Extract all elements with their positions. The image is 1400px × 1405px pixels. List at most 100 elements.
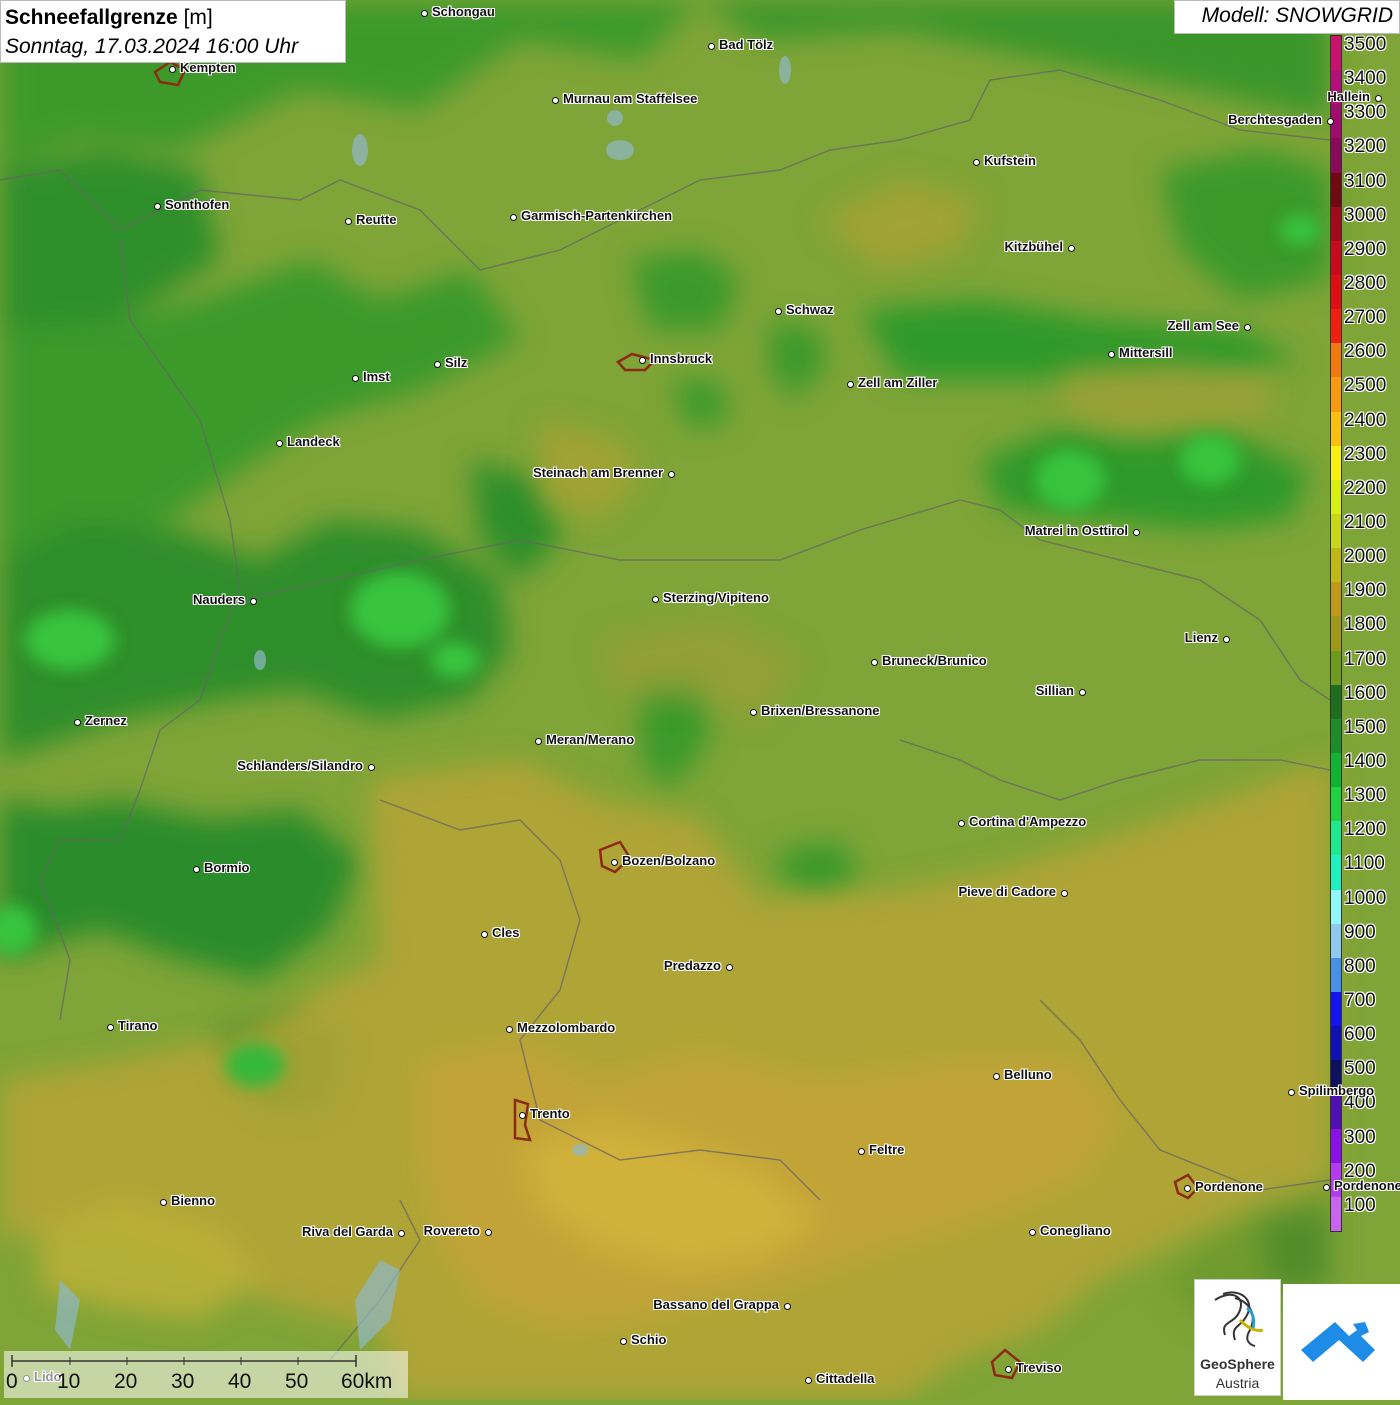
city-marker[interactable] (1322, 1183, 1330, 1191)
city-marker[interactable] (957, 819, 965, 827)
city-marker[interactable] (534, 737, 542, 745)
legend-color-swatch (1331, 240, 1341, 276)
city-label: Rovereto (423, 1223, 480, 1238)
scale-label: 20 (114, 1370, 138, 1393)
geosphere-name: GeoSphere (1200, 1356, 1275, 1372)
legend-color-swatch (1331, 957, 1341, 993)
city-label: Treviso (1016, 1360, 1062, 1375)
city-marker[interactable] (551, 96, 559, 104)
legend-label: 600 (1344, 1024, 1376, 1046)
city-label: Garmisch-Partenkirchen (521, 208, 673, 223)
city-marker[interactable] (1183, 1184, 1191, 1192)
city-marker[interactable] (192, 865, 200, 873)
legend-color-swatch (1331, 616, 1341, 652)
city-label: Riva del Garda (301, 1224, 393, 1239)
city-marker[interactable] (249, 597, 257, 605)
city-marker[interactable] (420, 9, 428, 17)
city-marker[interactable] (1374, 94, 1382, 102)
legend-color-swatch (1331, 1026, 1341, 1061)
city-marker[interactable] (153, 202, 161, 210)
legend-color-swatch (1331, 445, 1341, 481)
city-label: Steinach am Brenner (532, 465, 663, 480)
city-label: Brixen/Bressanone (761, 703, 880, 718)
city-marker[interactable] (275, 439, 283, 447)
city-marker[interactable] (518, 1111, 526, 1119)
city-marker[interactable] (972, 158, 980, 166)
legend-label: 3200 (1344, 136, 1387, 158)
city-marker[interactable] (106, 1023, 114, 1031)
geosphere-emblem-icon (1214, 1291, 1264, 1347)
legend-label: 2500 (1344, 375, 1387, 397)
city-label: Pieve di Cadore (958, 884, 1056, 899)
city-marker[interactable] (783, 1302, 791, 1310)
app-logo[interactable] (1283, 1284, 1400, 1400)
city-label: Bienno (171, 1193, 216, 1208)
city-marker[interactable] (610, 858, 618, 866)
city-label: Schlanders/Silandro (237, 758, 363, 773)
city-marker[interactable] (707, 42, 715, 50)
city-marker[interactable] (397, 1229, 405, 1237)
city-label: Meran/Merano (546, 732, 635, 747)
city-marker[interactable] (774, 307, 782, 315)
city-label: Kempten (180, 60, 236, 75)
legend-color-swatch (1331, 582, 1341, 617)
city-marker[interactable] (433, 360, 441, 368)
city-marker[interactable] (509, 213, 517, 221)
city-marker[interactable] (857, 1147, 865, 1155)
legend-color-swatch (1331, 1094, 1341, 1130)
city-marker[interactable] (1078, 688, 1086, 696)
city-marker[interactable] (1060, 889, 1068, 897)
legend-color-swatch (1331, 992, 1341, 1027)
city-marker[interactable] (846, 380, 854, 388)
legend-label: 3500 (1344, 34, 1387, 55)
city-marker[interactable] (725, 963, 733, 971)
city-marker[interactable] (667, 470, 675, 478)
city-marker[interactable] (992, 1072, 1000, 1080)
city-marker[interactable] (1222, 635, 1230, 643)
city-marker[interactable] (638, 356, 646, 364)
city-marker[interactable] (870, 658, 878, 666)
city-marker[interactable] (651, 595, 659, 603)
city-marker[interactable] (367, 763, 375, 771)
city-marker[interactable] (1004, 1365, 1012, 1373)
city-marker[interactable] (73, 718, 81, 726)
city-label: Sterzing/Vipiteno (663, 590, 769, 605)
legend-label: 2000 (1344, 546, 1387, 568)
city-marker[interactable] (505, 1025, 513, 1033)
city-marker[interactable] (804, 1376, 812, 1384)
city-label: Schio (631, 1332, 667, 1347)
legend-color-swatch (1331, 206, 1341, 242)
city-label: Sonthofen (165, 197, 230, 212)
city-label: Matrei in Osttirol (1024, 523, 1128, 538)
legend-label: 2100 (1344, 512, 1387, 533)
city-marker[interactable] (1326, 117, 1334, 125)
city-marker[interactable] (1287, 1088, 1295, 1096)
legend-color-swatch (1331, 377, 1341, 413)
city-marker[interactable] (1243, 323, 1251, 331)
city-marker[interactable] (1028, 1228, 1036, 1236)
city-label: Trento (530, 1106, 570, 1121)
city-label: Bassano del Grappa (653, 1297, 779, 1312)
city-label: Conegliano (1040, 1223, 1111, 1238)
legend-color-swatch (1331, 275, 1341, 310)
city-marker[interactable] (168, 65, 176, 73)
city-marker[interactable] (344, 217, 352, 225)
city-marker[interactable] (619, 1337, 627, 1345)
city-marker[interactable] (480, 930, 488, 938)
scale-label: 60km (341, 1370, 393, 1393)
legend-label: 1000 (1344, 887, 1387, 909)
city-label: Cles (492, 925, 520, 940)
city-marker[interactable] (1067, 244, 1075, 252)
city-marker[interactable] (159, 1198, 167, 1206)
legend-label: 700 (1344, 990, 1376, 1011)
city-marker[interactable] (1107, 350, 1115, 358)
city-label: Pordenone (1334, 1178, 1400, 1193)
city-marker[interactable] (749, 708, 757, 716)
city-marker[interactable] (484, 1228, 492, 1236)
city-label: Bozen/Bolzano (622, 853, 716, 868)
city-label: Bad Tölz (719, 37, 774, 52)
city-marker[interactable] (1132, 528, 1140, 536)
geosphere-logo[interactable]: GeoSphere Austria (1194, 1279, 1281, 1396)
legend-label: 2300 (1344, 443, 1387, 465)
city-marker[interactable] (351, 374, 359, 382)
